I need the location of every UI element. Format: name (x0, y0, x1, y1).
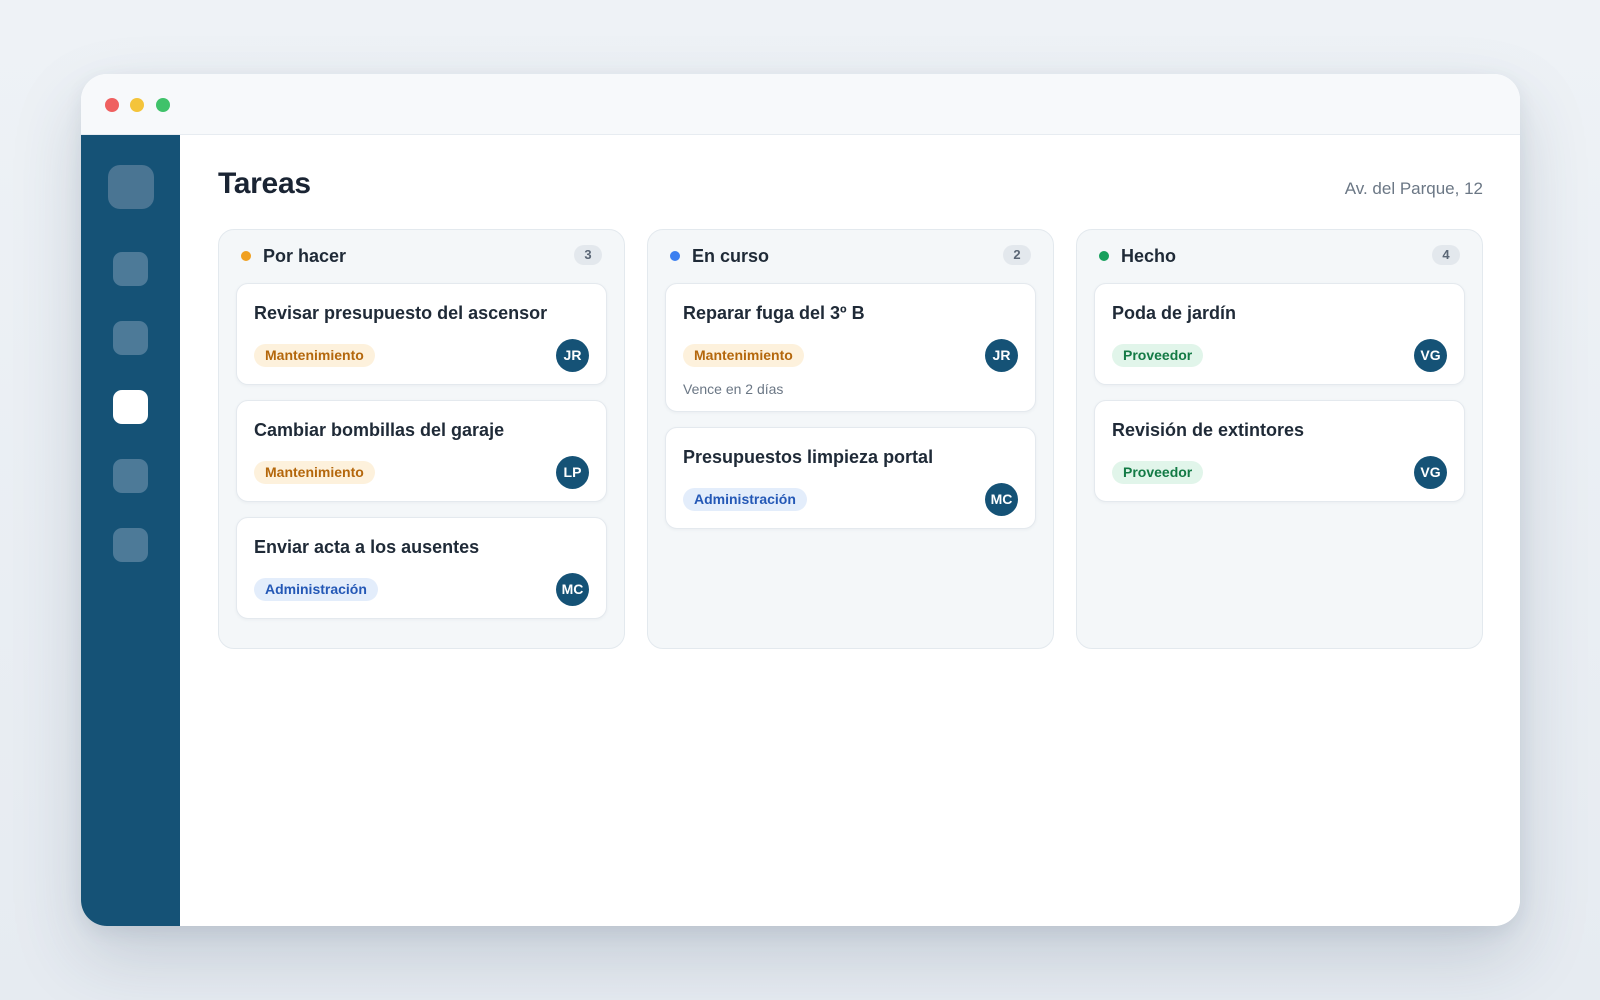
sidebar-item-tasks-icon[interactable] (113, 390, 148, 424)
assignee-avatar[interactable]: MC (985, 483, 1018, 516)
task-tag: Proveedor (1112, 344, 1204, 367)
task-card[interactable]: Presupuestos limpieza portal Administrac… (665, 427, 1036, 529)
task-card[interactable]: Poda de jardín Proveedor VG (1094, 283, 1465, 385)
task-tag: Mantenimiento (683, 344, 804, 367)
task-title: Enviar acta a los ausentes (254, 537, 480, 557)
sidebar-item-home-icon[interactable] (113, 252, 148, 286)
task-card[interactable]: Enviar acta a los ausentes Administració… (236, 517, 607, 619)
task-title: Revisión de extintores (1112, 420, 1305, 440)
task-title: Revisar presupuesto del ascensor (254, 303, 548, 323)
assignee-avatar[interactable]: JR (556, 339, 589, 372)
column-count-badge: 2 (1003, 245, 1031, 265)
task-tag: Proveedor (1112, 461, 1204, 484)
sidebar (81, 135, 180, 926)
task-card[interactable]: Reparar fuga del 3º B Mantenimiento JR V… (665, 283, 1036, 412)
task-title: Reparar fuga del 3º B (683, 303, 865, 323)
status-dot-icon (241, 251, 251, 261)
due-date-text: Vence en 2 días (683, 381, 784, 397)
title-bar (81, 74, 1520, 135)
column-title: Por hacer (263, 246, 347, 266)
sidebar-item-settings-icon[interactable] (113, 528, 148, 562)
status-dot-icon (1099, 251, 1109, 261)
column-title: En curso (692, 246, 770, 266)
task-title: Poda de jardín (1112, 303, 1237, 323)
column-header: Hecho 4 (1099, 245, 1460, 266)
task-tag: Administración (683, 488, 807, 511)
sidebar-item-calendar-icon[interactable] (113, 459, 148, 493)
assignee-avatar[interactable]: VG (1414, 456, 1447, 489)
column-header: En curso 2 (670, 245, 1031, 266)
assignee-avatar[interactable]: JR (985, 339, 1018, 372)
column-count-badge: 4 (1432, 245, 1460, 265)
sidebar-item-list-icon[interactable] (113, 321, 148, 355)
task-tag: Mantenimiento (254, 344, 375, 367)
assignee-avatar[interactable]: VG (1414, 339, 1447, 372)
task-title: Cambiar bombillas del garaje (254, 420, 505, 440)
task-tag: Administración (254, 578, 378, 601)
column-header: Por hacer 3 (241, 245, 602, 266)
building-address: Av. del Parque, 12 (1344, 179, 1483, 198)
status-dot-icon (670, 251, 680, 261)
page-title: Tareas (218, 167, 311, 200)
app-window: Tareas Av. del Parque, 12 Por hacer 3 Re… (81, 74, 1520, 926)
task-card[interactable]: Revisar presupuesto del ascensor Manteni… (236, 283, 607, 385)
column-done: Hecho 4 Poda de jardín Proveedor VG Revi… (1076, 229, 1483, 649)
task-tag: Mantenimiento (254, 461, 375, 484)
column-in-progress: En curso 2 Reparar fuga del 3º B Manteni… (647, 229, 1054, 649)
minimize-window-button[interactable] (130, 98, 144, 112)
column-todo: Por hacer 3 Revisar presupuesto del asce… (218, 229, 625, 649)
assignee-avatar[interactable]: MC (556, 573, 589, 606)
task-title: Presupuestos limpieza portal (683, 447, 934, 467)
main-content: Tareas Av. del Parque, 12 Por hacer 3 Re… (180, 135, 1520, 926)
app-logo-icon[interactable] (108, 165, 154, 209)
assignee-avatar[interactable]: LP (556, 456, 589, 489)
column-count-badge: 3 (574, 245, 602, 265)
task-card[interactable]: Cambiar bombillas del garaje Mantenimien… (236, 400, 607, 502)
column-title: Hecho (1121, 246, 1177, 266)
close-window-button[interactable] (105, 98, 119, 112)
maximize-window-button[interactable] (156, 98, 170, 112)
task-card[interactable]: Revisión de extintores Proveedor VG (1094, 400, 1465, 502)
